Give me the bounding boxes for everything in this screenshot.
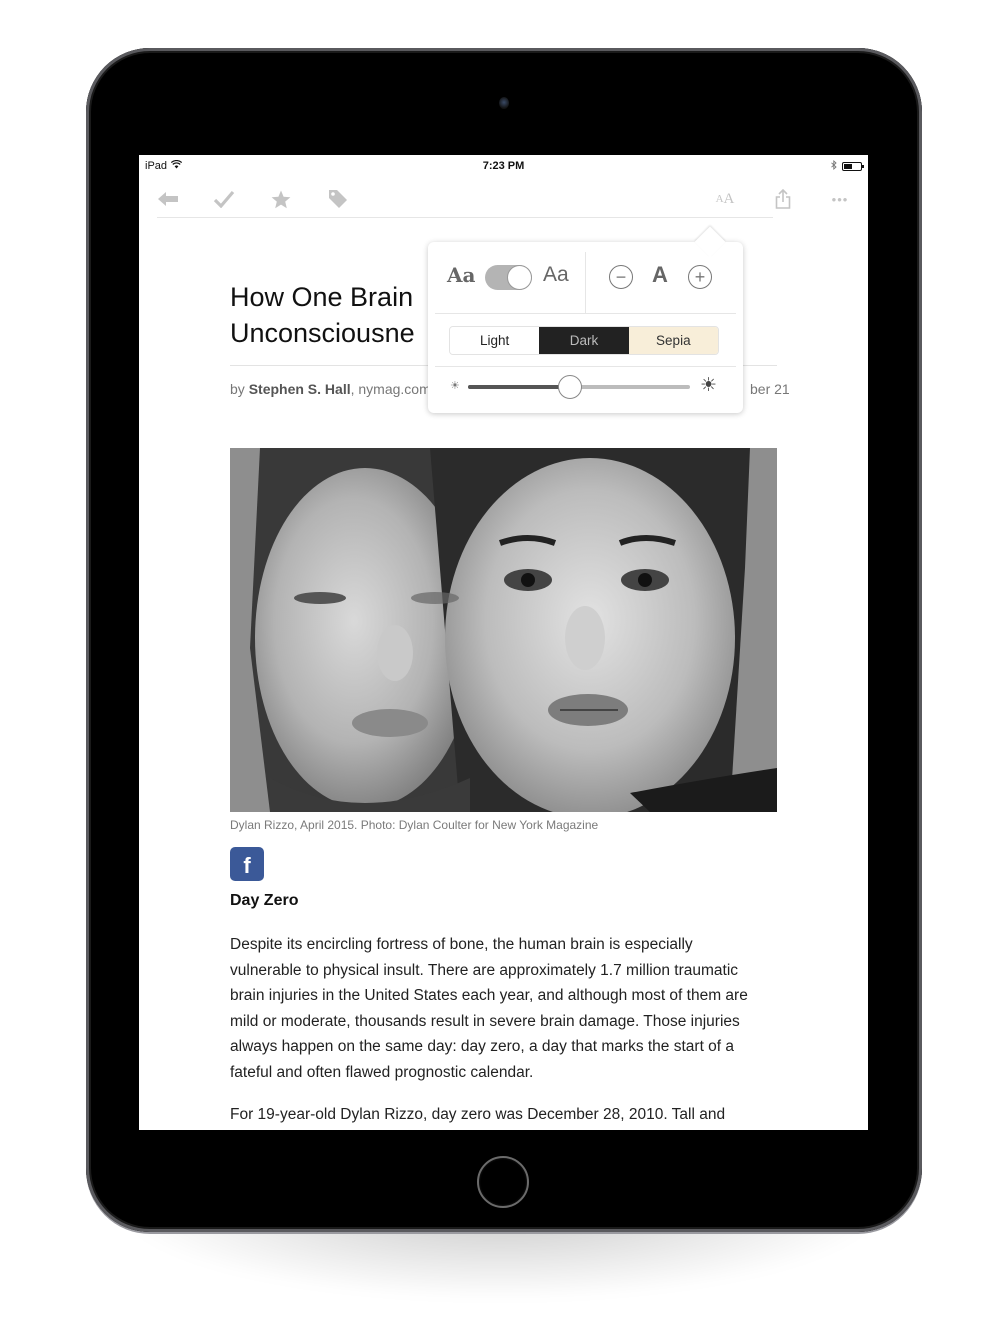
paragraph-line: vulnerable to physical insult. There are… bbox=[230, 961, 739, 979]
status-time: 7:23 PM bbox=[482, 160, 525, 172]
article-title: How One Brain Unconsciousne bbox=[230, 279, 415, 351]
battery-level bbox=[844, 164, 852, 169]
serif-font-option[interactable]: Aa bbox=[447, 263, 475, 287]
font-row: Aa Aa − A + bbox=[428, 252, 743, 314]
section-heading: Day Zero bbox=[230, 892, 299, 909]
sans-font-option[interactable]: Aa bbox=[543, 263, 569, 287]
share-icon[interactable] bbox=[770, 187, 796, 211]
star-icon[interactable] bbox=[268, 187, 294, 211]
paragraph-line: always happen on the same day: day zero,… bbox=[230, 1038, 735, 1055]
photo-illustration bbox=[230, 448, 777, 812]
title-line: Unconsciousne bbox=[230, 318, 415, 348]
slider-thumb[interactable] bbox=[558, 375, 583, 399]
display-settings-popover: Aa Aa − A + Light Dark Sepia ☀ ☀ bbox=[428, 226, 743, 413]
screen: iPad 7:23 PM AA ••• How One Brain Uncons… bbox=[139, 155, 868, 1130]
paragraph-line: mild or moderate, thousands result in se… bbox=[230, 1012, 740, 1030]
toolbar: AA ••• bbox=[139, 181, 868, 217]
brightness-row: ☀ ☀ bbox=[428, 368, 743, 404]
row-divider bbox=[585, 252, 586, 314]
font-toggle[interactable] bbox=[485, 265, 532, 290]
decrease-size-button[interactable]: − bbox=[609, 265, 633, 289]
brightness-high-icon: ☀ bbox=[700, 375, 718, 396]
article-paragraph: For 19-year-old Dylan Rizzo, day zero wa… bbox=[230, 1102, 790, 1128]
popover-divider bbox=[435, 313, 736, 314]
paragraph-line: Despite its encircling fortress of bone,… bbox=[230, 936, 693, 953]
toolbar-divider bbox=[157, 217, 773, 218]
facebook-share-button[interactable]: f bbox=[230, 847, 264, 881]
byline-prefix: by bbox=[230, 381, 249, 397]
paragraph-line: For 19-year-old Dylan Rizzo, day zero wa… bbox=[230, 1106, 726, 1123]
status-bar: iPad 7:23 PM bbox=[139, 155, 868, 177]
back-arrow-icon[interactable] bbox=[155, 187, 181, 211]
paragraph-line: fateful and often flawed prognostic cale… bbox=[230, 1063, 534, 1081]
more-icon[interactable]: ••• bbox=[827, 187, 853, 211]
theme-selector: Light Dark Sepia bbox=[449, 326, 719, 355]
article-paragraph: Despite its encircling fortress of bone,… bbox=[230, 932, 790, 1085]
slider-fill bbox=[468, 385, 571, 389]
tag-icon[interactable] bbox=[325, 187, 351, 211]
photo-caption: Dylan Rizzo, April 2015. Photo: Dylan Co… bbox=[230, 818, 599, 832]
publish-date: ber 21 bbox=[750, 381, 790, 397]
bluetooth-icon bbox=[831, 159, 837, 173]
byline: by Stephen S. Hall, nymag.com bbox=[230, 381, 431, 397]
article-photo bbox=[230, 448, 777, 812]
title-line: How One Brain bbox=[230, 282, 414, 312]
home-button[interactable] bbox=[477, 1156, 529, 1208]
text-size-indicator: A bbox=[652, 262, 668, 287]
toggle-knob bbox=[507, 265, 532, 290]
facebook-icon: f bbox=[243, 853, 251, 878]
front-camera bbox=[499, 97, 509, 109]
increase-size-button[interactable]: + bbox=[688, 265, 712, 289]
brightness-slider[interactable] bbox=[468, 375, 690, 399]
popover-divider bbox=[435, 366, 736, 367]
author-name: Stephen S. Hall bbox=[248, 381, 351, 397]
theme-dark-button[interactable]: Dark bbox=[539, 327, 629, 354]
battery-icon bbox=[842, 162, 864, 171]
checkmark-icon[interactable] bbox=[211, 187, 237, 211]
minus-icon: − bbox=[615, 267, 627, 287]
plus-icon: + bbox=[694, 267, 706, 287]
brightness-low-icon: ☀ bbox=[450, 380, 460, 392]
theme-light-button[interactable]: Light bbox=[450, 327, 540, 354]
theme-sepia-button[interactable]: Sepia bbox=[628, 327, 718, 354]
source-name: , nymag.com bbox=[350, 381, 431, 397]
text-size-icon[interactable]: AA bbox=[712, 187, 738, 211]
paragraph-line: brain injuries in the United States each… bbox=[230, 987, 748, 1004]
